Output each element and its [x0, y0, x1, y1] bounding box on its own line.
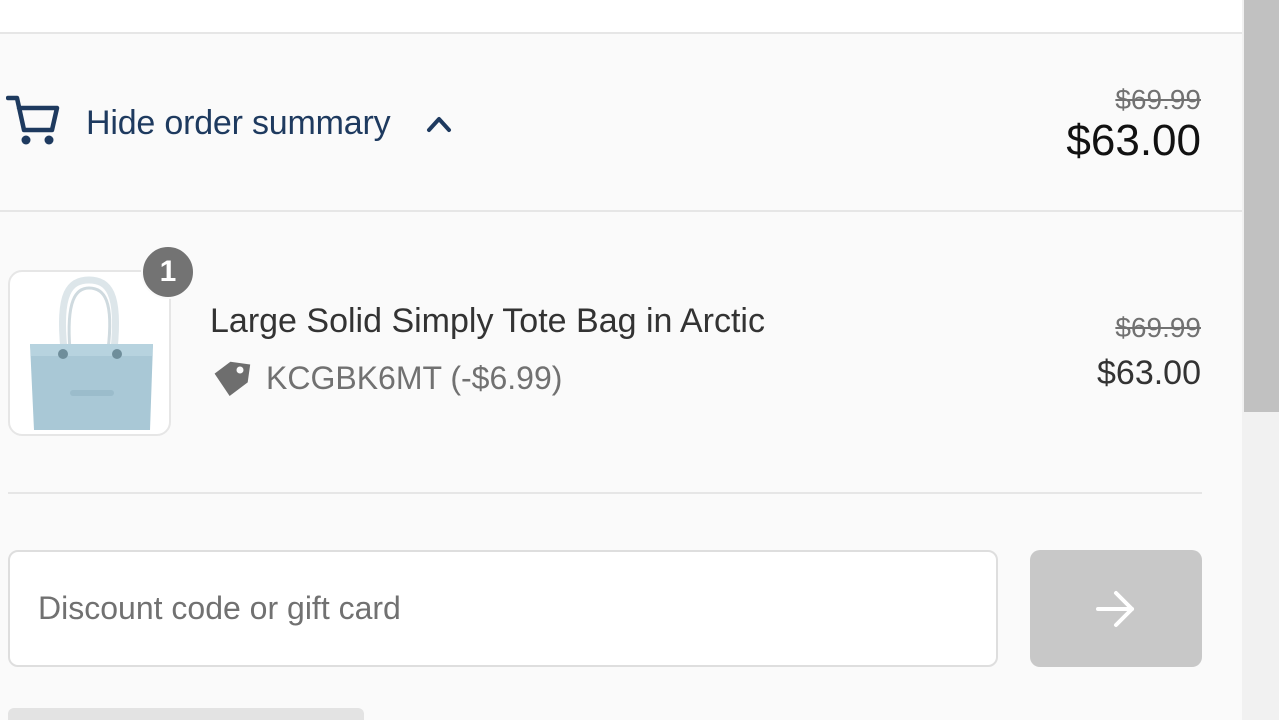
summary-total: $63.00 — [1066, 116, 1201, 165]
quantity-badge: 1 — [141, 245, 195, 299]
header-strip — [0, 0, 1242, 34]
apply-discount-button[interactable] — [1030, 550, 1202, 667]
item-original-price: $69.99 — [1115, 312, 1201, 343]
scrollbar-thumb[interactable] — [1244, 0, 1279, 412]
item-price: $63.00 — [1097, 354, 1201, 392]
product-name: Large Solid Simply Tote Bag in Arctic — [210, 302, 765, 340]
product-thumbnail — [8, 270, 171, 436]
arrow-right-icon — [1096, 590, 1134, 627]
chevron-up-icon[interactable] — [424, 110, 454, 136]
tag-icon — [214, 361, 251, 396]
next-section-edge — [8, 708, 364, 720]
tote-bag-image — [30, 276, 153, 430]
applied-discount-code: KCGBK6MT (-$6.99) — [266, 360, 563, 396]
discount-code-input[interactable] — [8, 550, 998, 667]
divider — [8, 492, 1202, 494]
hide-order-summary-label[interactable]: Hide order summary — [86, 104, 391, 143]
summary-original-total: $69.99 — [1115, 84, 1201, 115]
cart-icon[interactable] — [6, 92, 60, 148]
